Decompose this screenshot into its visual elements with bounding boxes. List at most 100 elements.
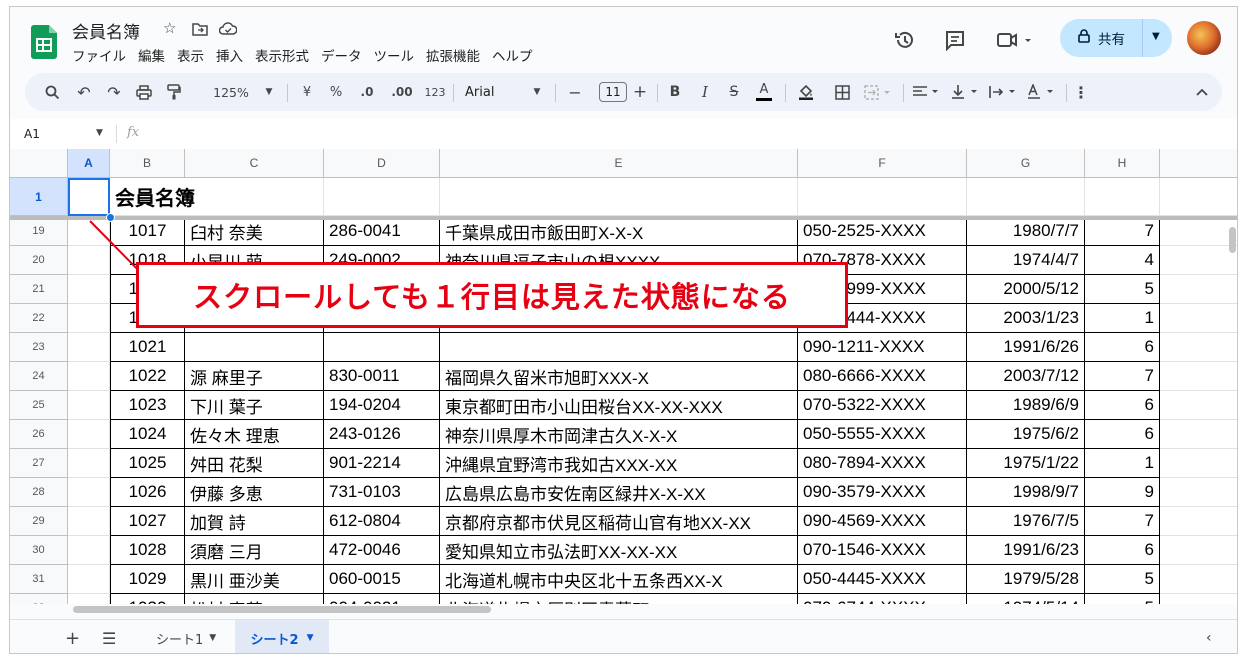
table-cell-zip[interactable]: 612-0804 (324, 507, 440, 536)
more-formats-button[interactable]: 123 (423, 73, 447, 111)
menu-extensions[interactable]: 拡張機能 (426, 45, 480, 65)
cell[interactable] (967, 178, 1085, 216)
table-cell-tel[interactable]: 050-4445-XXXX (798, 565, 967, 594)
cell[interactable] (1160, 449, 1237, 478)
table-cell-h[interactable]: 6 (1085, 333, 1160, 362)
row-header[interactable]: 24 (10, 362, 68, 391)
table-cell-date[interactable]: 1976/7/5 (967, 507, 1085, 536)
row-header[interactable]: 20 (10, 246, 68, 275)
cell[interactable] (68, 275, 110, 304)
text-wrapping-icon[interactable] (988, 73, 1022, 111)
menu-data[interactable]: データ (321, 45, 362, 65)
table-cell-date[interactable]: 1979/5/28 (967, 565, 1085, 594)
sheet-title-cell[interactable]: 会員名簿 (110, 178, 195, 216)
table-cell-date[interactable]: 1980/7/7 (967, 217, 1085, 246)
column-header-h[interactable]: H (1085, 149, 1160, 178)
table-cell-date[interactable]: 1991/6/23 (967, 536, 1085, 565)
bold-button[interactable]: B (666, 73, 684, 111)
share-dropdown-icon[interactable]: ▼ (1152, 31, 1160, 42)
table-cell-h[interactable]: 7 (1085, 507, 1160, 536)
menu-help[interactable]: ヘルプ (492, 45, 533, 65)
cell[interactable] (1160, 304, 1237, 333)
row-header[interactable]: 23 (10, 333, 68, 362)
vertical-align-icon[interactable] (950, 73, 984, 111)
redo-icon[interactable]: ↷ (103, 73, 125, 111)
table-cell-id[interactable]: 1025 (110, 449, 185, 478)
table-cell-date[interactable]: 2003/7/12 (967, 362, 1085, 391)
formula-input[interactable] (150, 123, 1210, 145)
row-header[interactable]: 31 (10, 565, 68, 594)
cell[interactable] (1160, 275, 1237, 304)
tab-sheet1[interactable]: シート1 ▼ (156, 620, 216, 653)
table-cell-h[interactable]: 6 (1085, 420, 1160, 449)
table-cell-date[interactable]: 1974/5/14 (967, 594, 1085, 604)
table-cell-addr[interactable]: 神奈川県厚木市岡津古久X-X-X (440, 420, 798, 449)
frozen-row-divider[interactable] (10, 216, 1237, 220)
table-cell-addr[interactable]: 福岡県久留米市旭町XXX-X (440, 362, 798, 391)
row-header[interactable]: 32 (10, 594, 68, 604)
table-cell-name[interactable] (185, 333, 324, 362)
decrease-decimal-button[interactable]: .0 (355, 73, 379, 111)
percent-format-button[interactable]: % (327, 73, 345, 111)
table-cell-id[interactable]: 1021 (110, 333, 185, 362)
table-cell-addr[interactable] (440, 333, 798, 362)
menu-insert[interactable]: 挿入 (216, 45, 243, 65)
cell[interactable] (1160, 536, 1237, 565)
increase-decimal-button[interactable]: .00 (389, 73, 415, 111)
table-cell-h[interactable]: 6 (1085, 536, 1160, 565)
row-header[interactable]: 30 (10, 536, 68, 565)
increase-font-size-button[interactable]: + (631, 73, 649, 111)
row-header[interactable]: 22 (10, 304, 68, 333)
table-cell-id[interactable]: 1026 (110, 478, 185, 507)
table-cell-name[interactable]: 源 麻里子 (185, 362, 324, 391)
cell[interactable] (1160, 565, 1237, 594)
table-cell-id[interactable]: 1028 (110, 536, 185, 565)
cell[interactable] (1160, 594, 1237, 604)
font-dropdown-icon[interactable]: ▼ (531, 73, 543, 111)
font-size-input[interactable]: 11 (599, 82, 627, 102)
table-cell-addr[interactable]: 北海道札幌市厚別区青葉町X-XX-X (440, 594, 798, 604)
table-cell-addr[interactable]: 愛知県知立市弘法町XX-XX-XX (440, 536, 798, 565)
table-cell-name[interactable]: 舛田 花梨 (185, 449, 324, 478)
paint-format-icon[interactable] (163, 73, 185, 111)
table-cell-id[interactable]: 1024 (110, 420, 185, 449)
cell[interactable] (185, 178, 324, 216)
text-color-button[interactable]: A (753, 73, 775, 111)
table-cell-name[interactable]: 伊藤 多恵 (185, 478, 324, 507)
table-cell-date[interactable]: 2003/1/23 (967, 304, 1085, 333)
table-cell-tel[interactable]: 080-6666-XXXX (798, 362, 967, 391)
cell[interactable] (68, 536, 110, 565)
cell[interactable] (68, 362, 110, 391)
table-cell-date[interactable]: 1975/6/2 (967, 420, 1085, 449)
undo-icon[interactable]: ↶ (73, 73, 95, 111)
cell[interactable] (68, 420, 110, 449)
table-cell-id[interactable]: 1029 (110, 565, 185, 594)
table-cell-date[interactable]: 1991/6/26 (967, 333, 1085, 362)
table-cell-addr[interactable]: 広島県広島市安佐南区緑井X-X-XX (440, 478, 798, 507)
table-cell-tel[interactable]: 090-3579-XXXX (798, 478, 967, 507)
fill-handle[interactable] (106, 213, 115, 222)
table-cell-h[interactable]: 9 (1085, 478, 1160, 507)
column-header-c[interactable]: C (185, 149, 324, 178)
table-cell-h[interactable]: 5 (1085, 594, 1160, 604)
cloud-status-icon[interactable] (219, 22, 237, 36)
italic-button[interactable]: I (696, 73, 714, 111)
star-icon[interactable]: ☆ (163, 19, 176, 37)
table-cell-h[interactable]: 1 (1085, 449, 1160, 478)
column-header-g[interactable]: G (967, 149, 1085, 178)
table-cell-h[interactable]: 1 (1085, 304, 1160, 333)
name-box[interactable]: A1 (24, 127, 40, 141)
table-cell-id[interactable]: 1027 (110, 507, 185, 536)
cell[interactable] (68, 478, 110, 507)
cell[interactable] (1160, 478, 1237, 507)
cell[interactable] (1160, 362, 1237, 391)
table-cell-zip[interactable]: 194-0204 (324, 391, 440, 420)
table-cell-zip[interactable] (324, 333, 440, 362)
more-options-icon[interactable]: ⋮ (1073, 73, 1089, 111)
table-cell-name[interactable]: 須磨 三月 (185, 536, 324, 565)
table-cell-id[interactable]: 1030 (110, 594, 185, 604)
cell[interactable] (1160, 391, 1237, 420)
table-cell-tel[interactable]: 070-1546-XXXX (798, 536, 967, 565)
table-cell-id[interactable]: 1022 (110, 362, 185, 391)
menu-format[interactable]: 表示形式 (255, 45, 309, 65)
